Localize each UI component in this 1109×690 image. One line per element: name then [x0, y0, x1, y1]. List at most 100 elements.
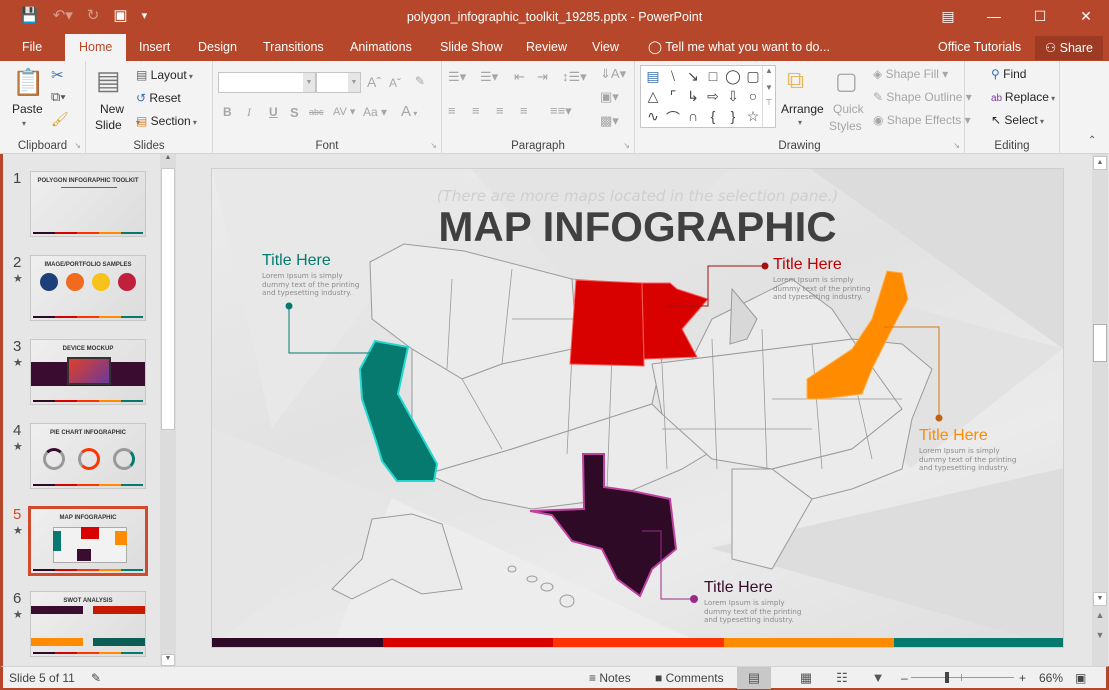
format-painter-icon[interactable]: 🖌	[51, 111, 69, 128]
callout-text-california[interactable]: Lorem Ipsum is simply dummy text of the …	[262, 271, 362, 298]
change-case-button[interactable]: Aa ▾	[363, 105, 387, 119]
elbow-connector-icon[interactable]: ⌜	[663, 88, 683, 105]
scroll-up-icon[interactable]: ▲	[161, 154, 175, 166]
tell-me-search[interactable]: ◯ Tell me what you want to do...	[638, 34, 840, 61]
callout-text-texas[interactable]: Lorem Ipsum is simply dummy text of the …	[704, 598, 804, 625]
font-name-combobox[interactable]: ▼	[218, 72, 316, 93]
callout-title-texas[interactable]: Title Here	[704, 579, 773, 597]
next-slide-icon[interactable]: ▼	[1093, 630, 1107, 640]
character-spacing-button[interactable]: AV ▾	[333, 105, 355, 118]
slide-thumbnail-1[interactable]: POLYGON INFOGRAPHIC TOOLKIT	[30, 171, 146, 237]
normal-view-button[interactable]: ▤	[737, 667, 771, 689]
textbox-shape-icon[interactable]: ▤	[643, 68, 663, 85]
tab-review[interactable]: Review	[516, 34, 577, 61]
numbering-icon[interactable]: ☰▾	[480, 69, 498, 85]
scrollbar-thumb[interactable]	[161, 168, 175, 430]
zoom-slider-knob[interactable]	[945, 672, 950, 683]
cut-icon[interactable]: ✂	[51, 66, 64, 84]
paste-icon[interactable]: 📋	[12, 67, 44, 98]
new-slide-button[interactable]: New	[100, 102, 124, 116]
reset-button[interactable]: ↺ Reset	[136, 91, 181, 105]
zoom-out-button[interactable]: –	[901, 671, 908, 685]
reading-view-button[interactable]: ☷	[825, 667, 859, 689]
tab-animations[interactable]: Animations	[340, 34, 422, 61]
justify-icon[interactable]: ≡	[520, 103, 528, 118]
tab-insert[interactable]: Insert	[129, 34, 180, 61]
zoom-slider[interactable]	[911, 672, 1014, 683]
office-tutorials-link[interactable]: Office Tutorials	[928, 34, 1031, 61]
scrollbar-thumb[interactable]	[1093, 324, 1107, 362]
slide-editor[interactable]: (There are more maps located in the sele…	[211, 168, 1064, 648]
maximize-icon[interactable]: ☐	[1017, 0, 1063, 32]
shadow-button[interactable]: S	[290, 105, 299, 120]
down-arrow-shape-icon[interactable]: ⇩	[723, 88, 743, 105]
close-icon[interactable]: ✕	[1063, 0, 1109, 32]
arrange-button[interactable]: Arrange	[781, 102, 824, 116]
quick-styles-button[interactable]: Quick	[833, 102, 864, 116]
callout-text-midwest[interactable]: Lorem Ipsum is simply dummy text of the …	[773, 275, 873, 302]
share-button[interactable]: ⚇ Share	[1034, 36, 1103, 60]
slide-thumbnail-5[interactable]: MAP INFOGRAPHIC	[28, 506, 148, 576]
rectangle-shape-icon[interactable]: □	[703, 68, 723, 84]
notes-button[interactable]: ≡ Notes	[589, 671, 631, 685]
elbow-arrow-icon[interactable]: ↳	[683, 88, 703, 105]
bold-button[interactable]: B	[223, 105, 232, 119]
tab-file[interactable]: File	[12, 34, 52, 61]
align-right-icon[interactable]: ≡	[496, 103, 504, 118]
arrange-dropdown-icon[interactable]: ▾	[798, 118, 802, 127]
dialog-launcher-icon[interactable]: ↘	[623, 141, 630, 150]
tab-home[interactable]: Home	[65, 34, 127, 61]
new-slide-icon[interactable]: ▤	[96, 65, 121, 96]
slide-title[interactable]: MAP INFOGRAPHIC	[212, 203, 1063, 251]
layout-button[interactable]: ▤ Layout ▾	[136, 68, 193, 82]
select-button[interactable]: ↖ Select ▾	[991, 113, 1044, 127]
chevron-down-icon[interactable]: ▼	[348, 73, 360, 92]
italic-button[interactable]: I	[247, 105, 251, 120]
previous-slide-icon[interactable]: ▲	[1093, 610, 1107, 620]
right-arrow-shape-icon[interactable]: ⇨	[703, 88, 723, 105]
arrow-line-shape-icon[interactable]: ↘	[683, 68, 703, 85]
callout-shape-icon[interactable]: ○	[743, 88, 763, 104]
star-shape-icon[interactable]: ☆	[743, 108, 763, 125]
dialog-launcher-icon[interactable]: ↘	[74, 141, 81, 150]
grow-font-button[interactable]: Aˆ	[367, 74, 381, 90]
font-color-button[interactable]: A ▾	[401, 103, 417, 120]
spell-check-icon[interactable]: ✎	[91, 671, 101, 685]
arc-shape-icon[interactable]: ⌒	[663, 108, 683, 128]
increase-indent-icon[interactable]: ⇥	[537, 69, 548, 85]
freeform-shape-icon[interactable]: ∿	[643, 108, 663, 125]
align-center-icon[interactable]: ≡	[472, 103, 480, 118]
align-text-icon[interactable]: ▣▾	[600, 89, 619, 105]
slide-thumbnail-3[interactable]: DEVICE MOCKUP	[30, 339, 146, 405]
find-button[interactable]: ⚲ Find	[991, 67, 1026, 81]
comments-button[interactable]: ■ Comments	[655, 671, 724, 685]
callout-title-california[interactable]: Title Here	[262, 252, 331, 270]
zoom-in-button[interactable]: +	[1019, 671, 1026, 685]
arrange-icon[interactable]: ⧉	[787, 67, 804, 95]
slide-thumbnail-4[interactable]: PIE CHART INFOGRAPHIC	[30, 423, 146, 489]
quick-styles-label[interactable]: Styles	[829, 119, 862, 133]
underline-button[interactable]: U	[269, 105, 278, 119]
new-slide-button-label[interactable]: Slide	[95, 118, 122, 132]
fit-to-window-icon[interactable]: ▣	[1075, 671, 1086, 685]
callout-title-northeast[interactable]: Title Here	[919, 427, 988, 445]
editor-scrollbar[interactable]: ▲ ▼ ▲ ▼	[1092, 154, 1108, 666]
shape-outline-button[interactable]: ✎ Shape Outline ▾	[873, 90, 972, 104]
scroll-down-icon[interactable]: ▼	[161, 654, 175, 666]
callout-title-midwest[interactable]: Title Here	[773, 256, 842, 274]
dialog-launcher-icon[interactable]: ↘	[953, 141, 960, 150]
shape-fill-button[interactable]: ◈ Shape Fill ▾	[873, 67, 948, 81]
scroll-up-icon[interactable]: ▲	[1093, 156, 1107, 170]
tab-slide-show[interactable]: Slide Show	[430, 34, 513, 61]
align-left-icon[interactable]: ≡	[448, 103, 456, 118]
columns-icon[interactable]: ≡≡▾	[550, 103, 572, 119]
slide-thumbnail-2[interactable]: IMAGE/PORTFOLIO SAMPLES	[30, 255, 146, 321]
slide-thumbnail-6[interactable]: SWOT ANALYSIS	[30, 591, 146, 657]
scroll-down-icon[interactable]: ▼	[1093, 592, 1107, 606]
triangle-shape-icon[interactable]: △	[643, 88, 663, 105]
minimize-icon[interactable]: —	[971, 0, 1017, 32]
oval-shape-icon[interactable]: ◯	[723, 68, 743, 85]
line-spacing-icon[interactable]: ↕☰▾	[562, 69, 587, 85]
copy-icon[interactable]: ⧉▾	[51, 89, 66, 105]
chevron-down-icon[interactable]: ▼	[303, 73, 315, 92]
